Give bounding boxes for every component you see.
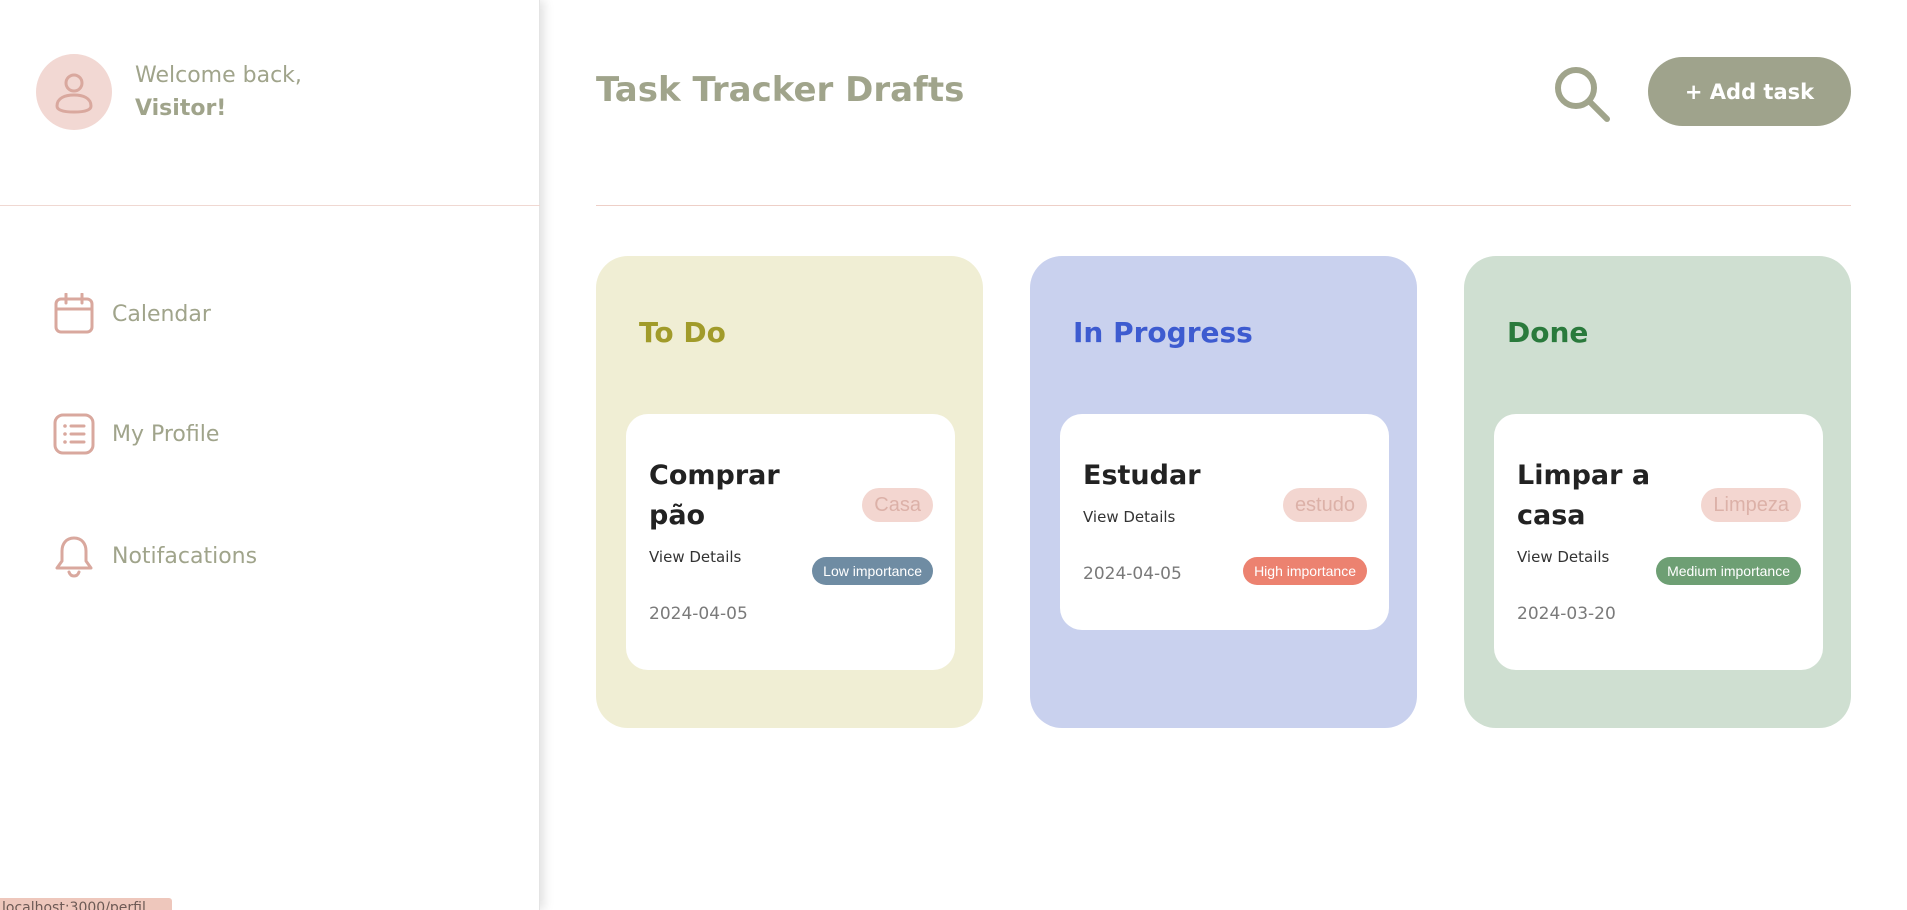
importance-badge: High importance xyxy=(1243,557,1367,585)
sidebar-item-my-profile[interactable]: My Profile xyxy=(52,412,219,456)
username: Visitor! xyxy=(135,96,227,121)
task-date: 2024-04-05 xyxy=(1083,564,1182,584)
column-title: Done xyxy=(1507,316,1589,349)
task-title: Limpar a casa xyxy=(1517,460,1651,531)
add-task-button[interactable]: + Add task xyxy=(1648,57,1851,126)
calendar-icon xyxy=(52,292,96,336)
sidebar-item-label: My Profile xyxy=(112,421,220,447)
search-button[interactable] xyxy=(1552,64,1612,124)
view-details-link[interactable]: View Details xyxy=(649,548,741,566)
status-bar-url: localhost:3000/perfil xyxy=(0,898,172,910)
column-in-progress: In Progress Estudar estudo View Details … xyxy=(1030,256,1417,728)
page-title: Task Tracker Drafts xyxy=(596,70,965,110)
view-details-link[interactable]: View Details xyxy=(1083,508,1175,526)
column-title: In Progress xyxy=(1073,316,1253,349)
task-tag: estudo xyxy=(1282,488,1367,522)
main-content: Task Tracker Drafts + Add task To Do Com… xyxy=(540,0,1907,910)
task-title: Comprar pão xyxy=(649,460,780,531)
column-done: Done Limpar a casa Limpeza View Details … xyxy=(1464,256,1851,728)
task-date: 2024-04-05 xyxy=(649,604,748,624)
sidebar: Welcome back, Visitor! Calendar My Profi… xyxy=(0,0,540,910)
task-card[interactable]: Comprar pão Casa View Details Low import… xyxy=(626,414,955,670)
sidebar-divider xyxy=(0,205,540,206)
sidebar-item-notifications[interactable]: Notifacations xyxy=(52,534,257,578)
column-to-do: To Do Comprar pão Casa View Details Low … xyxy=(596,256,983,728)
task-tag: Limpeza xyxy=(1701,488,1801,522)
welcome-text: Welcome back, Visitor! xyxy=(135,59,302,125)
sidebar-item-calendar[interactable]: Calendar xyxy=(52,292,211,336)
avatar[interactable] xyxy=(36,54,112,130)
list-icon xyxy=(52,412,96,456)
sidebar-item-label: Notifacations xyxy=(112,543,258,569)
task-date: 2024-03-20 xyxy=(1517,604,1616,624)
importance-badge: Medium importance xyxy=(1656,557,1801,585)
welcome-label: Welcome back, xyxy=(135,63,302,88)
header-divider xyxy=(596,205,1851,206)
importance-badge: Low importance xyxy=(812,557,933,585)
user-icon xyxy=(55,73,93,114)
column-title: To Do xyxy=(639,316,726,349)
task-title: Estudar xyxy=(1083,460,1201,491)
task-card[interactable]: Limpar a casa Limpeza View Details Mediu… xyxy=(1494,414,1823,670)
view-details-link[interactable]: View Details xyxy=(1517,548,1609,566)
search-icon xyxy=(1555,67,1610,122)
task-tag: Casa xyxy=(862,488,933,522)
sidebar-item-label: Calendar xyxy=(112,301,211,327)
user-greeting: Welcome back, Visitor! xyxy=(36,54,302,130)
task-card[interactable]: Estudar estudo View Details High importa… xyxy=(1060,414,1389,630)
bell-icon xyxy=(52,534,96,578)
